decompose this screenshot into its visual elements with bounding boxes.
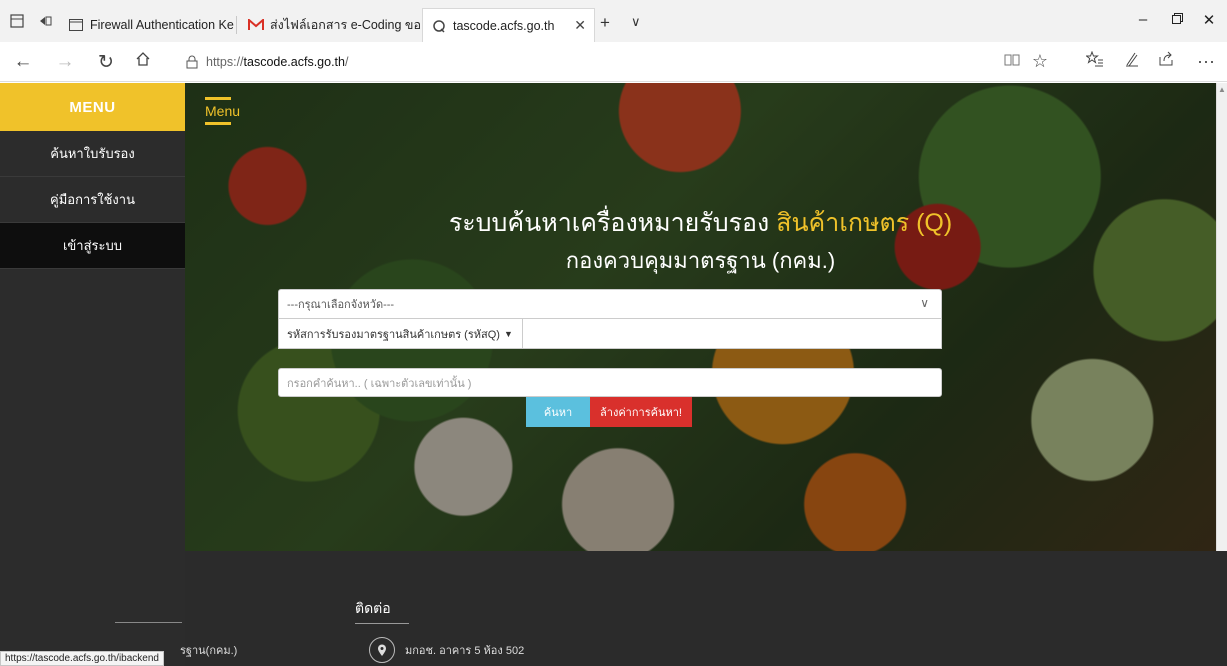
page-icon	[68, 18, 84, 32]
loading-icon	[431, 19, 447, 33]
close-window-icon[interactable]: ✕	[1194, 11, 1224, 29]
title-main: ระบบค้นหาเครื่องหมายรับรอง	[448, 209, 777, 237]
url-host: tascode.acfs.go.th	[243, 55, 345, 69]
code-type-label: รหัสการรับรองมาตรฐานสินค้าเกษตร (รหัสQ)	[287, 328, 500, 341]
back-icon[interactable]: ←	[10, 51, 36, 73]
caret-down-icon: ▼	[503, 328, 513, 339]
menu-toggle-label: Menu	[205, 103, 241, 119]
web-note-icon[interactable]	[1118, 51, 1146, 72]
search-button[interactable]: ค้นหา	[526, 397, 590, 427]
province-select[interactable]: ---กรุณาเลือกจังหวัด--- ∨	[278, 289, 942, 319]
favorite-star-icon[interactable]: ☆	[1026, 51, 1054, 72]
hero-banner: Menu ระบบค้นหาเครื่องหมายรับรอง สินค้าเก…	[185, 83, 1216, 551]
tab-tascode[interactable]: tascode.acfs.go.th ✕	[422, 8, 595, 42]
footer-divider	[115, 622, 182, 623]
search-input-placeholder: กรอกคำค้นหา.. ( เฉพาะตัวเลขเท่านั้น )	[287, 377, 472, 390]
code-type-dropdown[interactable]: รหัสการรับรองมาตรฐานสินค้าเกษตร (รหัสQ) …	[279, 319, 523, 348]
clear-search-button[interactable]: ล้างค่าการค้นหา!	[590, 397, 692, 427]
home-icon[interactable]	[130, 51, 156, 73]
gmail-icon	[248, 18, 264, 32]
page-subtitle: กองควบคุมมาตรฐาน (กคม.)	[565, 248, 836, 273]
footer: ติดต่อ มกอช. อาคาร 5 ห้อง 502	[185, 551, 1227, 666]
tab-label: tascode.acfs.go.th	[453, 18, 555, 33]
chevron-down-icon: ∨	[920, 296, 929, 310]
sidebar-item-search-certificate[interactable]: ค้นหาใบรับรอง	[0, 131, 185, 177]
minimize-icon[interactable]: –	[1128, 11, 1158, 28]
favorites-hub-icon[interactable]	[1081, 50, 1109, 72]
sidebar-item-manual[interactable]: คู่มือการใช้งาน	[0, 177, 185, 223]
refresh-icon[interactable]: ↻	[93, 51, 119, 74]
tab-label: ส่งไฟล์เอกสาร e-Coding ของต	[270, 18, 420, 32]
menu-title: MENU	[0, 83, 185, 131]
menu-toggle[interactable]: Menu	[205, 97, 241, 129]
code-type-row: รหัสการรับรองมาตรฐานสินค้าเกษตร (รหัสQ) …	[278, 319, 942, 349]
set-tabs-aside-icon[interactable]	[38, 14, 52, 31]
reading-view-icon[interactable]	[998, 51, 1026, 72]
vertical-scrollbar[interactable]: ▲	[1216, 83, 1227, 551]
footer-org-text: รฐาน(กคม.)	[180, 645, 238, 657]
address-toolbar: ← → ↻ https://tascode.acfs.go.th / ☆ ···	[0, 42, 1227, 82]
status-bar-url: https://tascode.acfs.go.th/ibackend	[0, 651, 164, 666]
new-tab-icon[interactable]: +	[600, 13, 610, 33]
location-pin-icon	[369, 637, 395, 663]
contact-address: มกอช. อาคาร 5 ห้อง 502	[369, 637, 524, 663]
sidebar: MENU ค้นหาใบรับรอง คู่มือการใช้งาน เข้าส…	[0, 83, 185, 666]
lock-icon	[186, 55, 198, 69]
tab-preview-chevron-icon[interactable]: ∨	[631, 14, 641, 30]
more-icon[interactable]: ···	[1192, 51, 1220, 72]
hamburger-icon	[205, 97, 231, 100]
tab-actions-icon[interactable]	[10, 14, 24, 31]
url-suffix: /	[344, 55, 349, 69]
tab-firewall[interactable]: Firewall Authentication Keep	[60, 8, 234, 42]
url-prefix: https://	[206, 55, 244, 69]
sidebar-item-login[interactable]: เข้าสู่ระบบ	[0, 223, 185, 269]
scroll-up-icon[interactable]: ▲	[1218, 85, 1226, 94]
search-input[interactable]: กรอกคำค้นหา.. ( เฉพาะตัวเลขเท่านั้น )	[278, 368, 942, 397]
page-title: ระบบค้นหาเครื่องหมายรับรอง สินค้าเกษตร (…	[185, 203, 1216, 243]
close-tab-icon[interactable]: ✕	[564, 17, 586, 34]
heading-underline	[355, 623, 409, 624]
address-text: มกอช. อาคาร 5 ห้อง 502	[405, 645, 525, 657]
tab-gmail[interactable]: ส่งไฟล์เอกสาร e-Coding ของต	[240, 8, 420, 42]
province-select-value: ---กรุณาเลือกจังหวัด---	[287, 299, 395, 311]
forward-icon[interactable]: →	[52, 51, 78, 73]
contact-heading: ติดต่อ	[355, 600, 391, 616]
title-accent: สินค้าเกษตร (Q)	[776, 209, 953, 237]
browser-tab-bar: Firewall Authentication Keep ส่งไฟล์เอกส…	[0, 0, 1227, 42]
address-bar[interactable]: https://tascode.acfs.go.th /	[186, 49, 1036, 75]
share-icon[interactable]	[1152, 51, 1180, 72]
web-page: MENU ค้นหาใบรับรอง คู่มือการใช้งาน เข้าส…	[0, 83, 1227, 666]
restore-icon[interactable]	[1162, 11, 1192, 28]
tab-label: Firewall Authentication Keep	[90, 18, 234, 32]
